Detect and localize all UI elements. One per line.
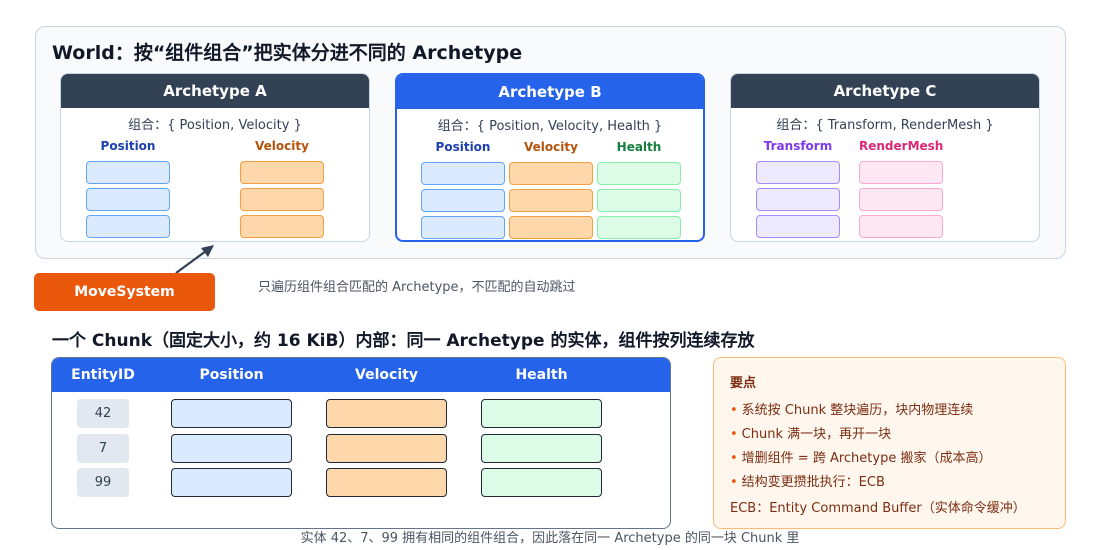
chunk-table: EntityID Position Velocity Health 42 7 9… (51, 357, 671, 529)
bullet-icon: • (730, 427, 738, 442)
archetype-b-health-cell (597, 216, 681, 239)
archetype-b-header: Archetype B (397, 75, 703, 109)
chunk-position-cell (171, 399, 292, 428)
move-system-note: 只遍历组件组合匹配的 Archetype，不匹配的自动跳过 (258, 280, 576, 295)
chunk-health-cell (481, 468, 602, 497)
keypoint-item: • 结构变更攒批执行：ECB (730, 471, 1049, 495)
keypoint-text: 结构变更攒批执行：ECB (741, 475, 885, 490)
chunk-caption: 实体 42、7、99 拥有相同的组件组合，因此落在同一 Archetype 的同… (300, 531, 800, 546)
bullet-icon: • (730, 451, 738, 466)
keypoints-footer: ECB：Entity Command Buffer（实体命令缓冲） (730, 501, 1026, 516)
keypoints-panel: 要点 • 系统按 Chunk 整块遍历，块内物理连续 • Chunk 满一块，再开一… (713, 357, 1066, 529)
archetype-c-rendermesh-cell (859, 215, 943, 238)
archetype-a-velocity-cell (240, 188, 324, 211)
archetype-a-col-position: Position (100, 139, 156, 153)
archetype-c-rendermesh-cell (859, 188, 943, 211)
archetype-b-velocity-cell (509, 189, 593, 212)
chunk-velocity-cell (326, 434, 447, 463)
archetype-c-header: Archetype C (731, 74, 1039, 108)
keypoint-text: 系统按 Chunk 整块遍历，块内物理连续 (741, 403, 974, 418)
chunk-velocity-cell (326, 399, 447, 428)
archetype-a-velocity-cell (240, 215, 324, 238)
archetype-a-header: Archetype A (61, 74, 369, 108)
move-system-button[interactable]: MoveSystem (34, 273, 215, 311)
archetype-b-combo: 组合：{ Position, Velocity, Health } (437, 119, 663, 134)
archetype-a-velocity-cell (240, 161, 324, 184)
chunk-velocity-cell (326, 468, 447, 497)
archetype-c-card[interactable]: Archetype C 组合：{ Transform, RenderMesh }… (730, 73, 1040, 242)
chunk-header-position: Position (199, 367, 264, 383)
archetype-b-health-cell (597, 162, 681, 185)
archetype-c-col-rendermesh: RenderMesh (859, 139, 944, 153)
bullet-icon: • (730, 403, 738, 418)
keypoint-item: • 系统按 Chunk 整块遍历，块内物理连续 (730, 399, 1049, 423)
archetype-a-position-cell (86, 161, 170, 184)
chunk-health-cell (481, 399, 602, 428)
chunk-header-health: Health (515, 367, 568, 383)
archetype-c-transform-cell (756, 161, 840, 184)
chunk-header-entityid: EntityID (71, 367, 135, 383)
chunk-table-header: EntityID Position Velocity Health (52, 358, 670, 392)
archetype-b-col-velocity: Velocity (524, 140, 578, 154)
archetype-c-transform-cell (756, 188, 840, 211)
archetype-b-col-position: Position (435, 140, 491, 154)
archetype-b-card[interactable]: Archetype B 组合：{ Position, Velocity, Hea… (395, 73, 705, 242)
archetype-b-velocity-cell (509, 216, 593, 239)
archetype-c-combo: 组合：{ Transform, RenderMesh } (776, 118, 994, 133)
keypoint-item: • Chunk 满一块，再开一块 (730, 423, 1049, 447)
archetype-b-velocity-cell (509, 162, 593, 185)
keypoint-item: • 增删组件 = 跨 Archetype 搬家（成本高） (730, 447, 1049, 471)
archetype-b-position-cell (421, 162, 505, 185)
chunk-position-cell (171, 468, 292, 497)
archetype-c-col-transform: Transform (763, 139, 833, 153)
archetype-a-position-cell (86, 215, 170, 238)
keypoint-text: Chunk 满一块，再开一块 (741, 427, 892, 442)
archetype-b-health-cell (597, 189, 681, 212)
chunk-title: 一个 Chunk（固定大小，约 16 KiB）内部：同一 Archetype 的… (52, 331, 755, 351)
entity-id-cell: 42 (77, 399, 129, 428)
chunk-health-cell (481, 434, 602, 463)
archetype-c-rendermesh-cell (859, 161, 943, 184)
arrow-head-icon (201, 245, 214, 257)
archetype-a-card[interactable]: Archetype A 组合：{ Position, Velocity } Po… (60, 73, 370, 242)
chunk-header-velocity: Velocity (355, 367, 418, 383)
arrow-line (175, 250, 207, 274)
keypoints-title: 要点 (730, 376, 757, 391)
archetype-c-transform-cell (756, 215, 840, 238)
archetype-a-combo: 组合：{ Position, Velocity } (128, 118, 302, 133)
world-title: World：按“组件组合”把实体分进不同的 Archetype (52, 42, 523, 64)
entity-id-cell: 99 (77, 468, 129, 497)
archetype-b-col-health: Health (616, 140, 662, 154)
archetype-b-position-cell (421, 189, 505, 212)
bullet-icon: • (730, 475, 738, 490)
chunk-position-cell (171, 434, 292, 463)
entity-id-cell: 7 (77, 434, 129, 463)
archetype-a-position-cell (86, 188, 170, 211)
keypoint-text: 增删组件 = 跨 Archetype 搬家（成本高） (741, 451, 992, 466)
archetype-a-col-velocity: Velocity (255, 139, 309, 153)
archetype-b-position-cell (421, 216, 505, 239)
